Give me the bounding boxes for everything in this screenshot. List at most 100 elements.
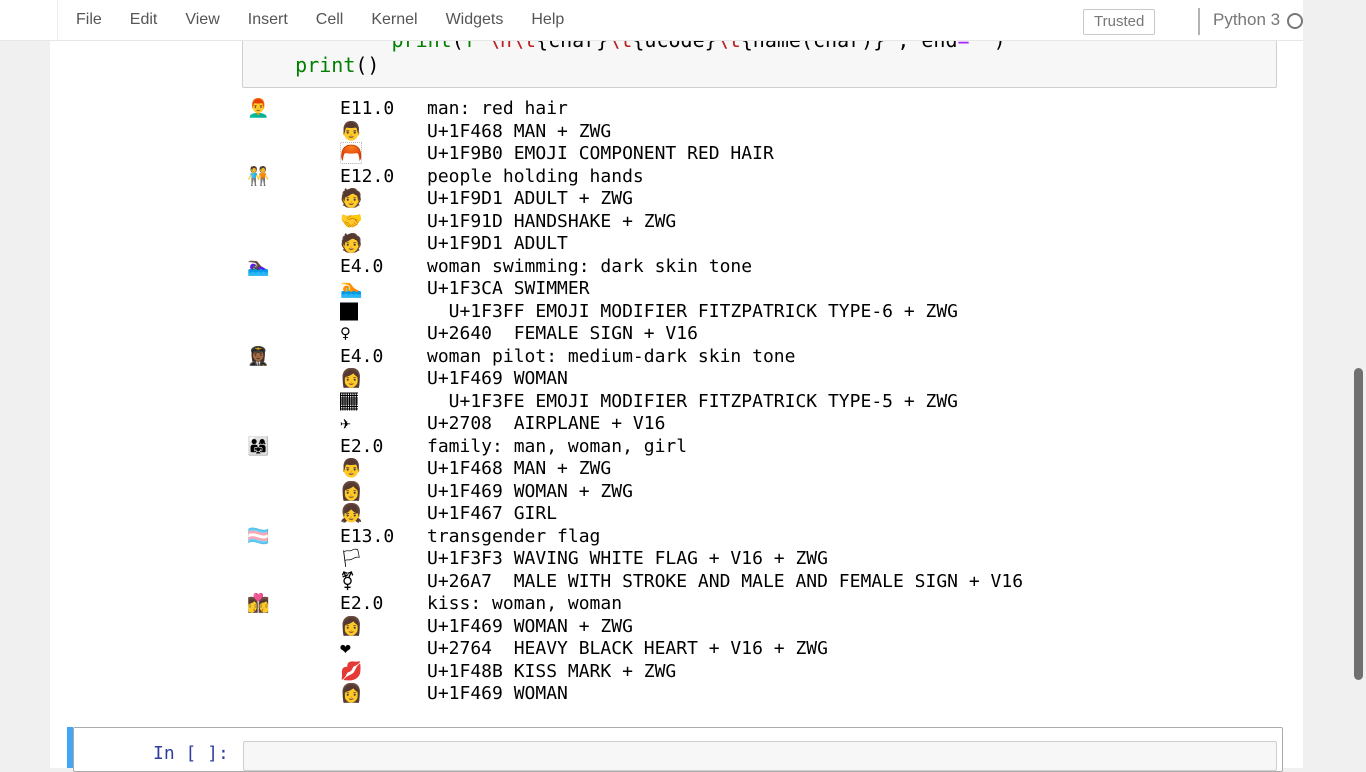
- output-text: kiss: woman, woman: [427, 593, 622, 616]
- output-text: U+1F469 WOMAN: [427, 683, 568, 706]
- output-line: 👩 U+1F469 WOMAN: [247, 368, 1247, 391]
- output-line: 👩🏾‍✈️ E4.0 woman pilot: medium-dark skin t…: [247, 346, 1247, 369]
- output-line: 👨U+1F468 MAN + ZWG: [247, 121, 1247, 144]
- output-col2: 👧: [340, 503, 362, 526]
- menu-item-file[interactable]: File: [62, 0, 116, 40]
- output-emoji: 👨‍🦰: [247, 98, 269, 121]
- output-col2: 👨: [340, 458, 362, 481]
- output-line: 👨‍👩‍👧 E2.0 family: man, woman, girl: [247, 436, 1247, 459]
- output-line: 🦰 U+1F9B0 EMOJI COMPONENT RED HAIR: [247, 143, 1247, 166]
- output-col2: E12.0: [340, 166, 394, 189]
- output-line: 💋 U+1F48B KISS MARK + ZWG: [247, 661, 1247, 684]
- output-emoji: 🧑‍🤝‍🧑: [247, 166, 269, 189]
- output-text: U+1F3FF EMOJI MODIFIER FITZPATRICK TYPE-…: [427, 301, 958, 324]
- output-line: ⚧ U+26A7 MALE WITH STROKE AND MALE AND FE…: [247, 571, 1247, 594]
- output-line: 🏊 U+1F3CA SWIMMER: [247, 278, 1247, 301]
- output-text: U+1F469 WOMAN + ZWG: [427, 481, 633, 504]
- menu-item-insert[interactable]: Insert: [234, 0, 302, 40]
- output-line: 👩 U+1F469 WOMAN + ZWG: [247, 481, 1247, 504]
- output-col2: ✈: [340, 413, 351, 436]
- output-col2: ⚧: [340, 571, 355, 594]
- trusted-badge: Trusted: [1083, 9, 1155, 35]
- output-text: U+1F468 MAN + ZWG: [427, 458, 611, 481]
- output-line: 🏳 U+1F3F3 WAVING WHITE FLAG + V16 + ZWG: [247, 548, 1247, 571]
- output-line: 🏊🏿‍♀️E4.0woman swimming: dark skin tone: [247, 256, 1247, 279]
- output-text: U+1F3FE EMOJI MODIFIER FITZPATRICK TYPE-…: [427, 391, 958, 414]
- output-emoji: 🏳️‍⚧️: [247, 526, 269, 549]
- kernel-name-label: Python 3: [1213, 10, 1280, 30]
- output-text: U+2708 AIRPLANE + V16: [427, 413, 665, 436]
- output-text: U+1F9B0 EMOJI COMPONENT RED HAIR: [427, 143, 774, 166]
- kernel-separator: [1198, 8, 1200, 35]
- output-col2: E13.0: [340, 526, 394, 549]
- output-col2: 🧑: [340, 233, 362, 256]
- output-col2: 🤝: [340, 211, 362, 234]
- output-text: people holding hands: [427, 166, 644, 189]
- output-line: ❤ U+2764 HEAVY BLACK HEART + V16 + ZWG: [247, 638, 1247, 661]
- output-text: U+2640 FEMALE SIGN + V16: [427, 323, 698, 346]
- output-line: 🏾 U+1F3FE EMOJI MODIFIER FITZPATRICK TYP…: [247, 391, 1247, 414]
- output-emoji: 👩‍❤️‍💋‍👩: [247, 593, 269, 616]
- output-text: transgender flag: [427, 526, 600, 549]
- output-emoji: 🏊🏿‍♀️: [247, 256, 269, 279]
- output-line: 🧑‍🤝‍🧑 E12.0 people holding hands: [247, 166, 1247, 189]
- output-text: U+2764 HEAVY BLACK HEART + V16 + ZWG: [427, 638, 828, 661]
- output-col2: ♀: [340, 323, 351, 346]
- output-line: 👩U+1F469 WOMAN + ZWG: [247, 616, 1247, 639]
- output-text: woman swimming: dark skin tone: [427, 256, 752, 279]
- output-text: U+1F9D1 ADULT + ZWG: [427, 188, 633, 211]
- output-text: U+1F467 GIRL: [427, 503, 557, 526]
- menu-item-help[interactable]: Help: [517, 0, 578, 40]
- menu-item-kernel[interactable]: Kernel: [357, 0, 431, 40]
- output-text: U+1F3F3 WAVING WHITE FLAG + V16 + ZWG: [427, 548, 828, 571]
- menu-item-edit[interactable]: Edit: [116, 0, 172, 40]
- output-col2: 🏊: [340, 278, 362, 301]
- empty-cell-input-area[interactable]: [243, 741, 1277, 771]
- menu-item-cell[interactable]: Cell: [302, 0, 358, 40]
- output-line: 👩 U+1F469 WOMAN: [247, 683, 1247, 706]
- output-line: 🏳️‍⚧️ E13.0 transgender flag: [247, 526, 1247, 549]
- output-text: U+1F3CA SWIMMER: [427, 278, 590, 301]
- output-col2: ❤: [340, 638, 351, 661]
- output-text: U+1F91D HANDSHAKE + ZWG: [427, 211, 676, 234]
- output-line: 🧑U+1F9D1 ADULT + ZWG: [247, 188, 1247, 211]
- output-col2: 🦰: [340, 143, 362, 166]
- output-emoji: 👨‍👩‍👧: [247, 436, 269, 459]
- menu: FileEditViewInsertCellKernelWidgetsHelp: [62, 0, 578, 40]
- output-col2: 👩: [340, 616, 362, 639]
- output-text: family: man, woman, girl: [427, 436, 687, 459]
- kernel-idle-icon: [1287, 13, 1303, 29]
- output-line: 👨‍🦰 E11.0 man: red hair: [247, 98, 1247, 121]
- menubar-left-border: [57, 0, 58, 40]
- output-area: 👨‍🦰E11.0man: red hair👨U+1F468 MAN + ZWG🦰…: [247, 98, 1247, 706]
- output-text: man: red hair: [427, 98, 568, 121]
- menu-item-widgets[interactable]: Widgets: [432, 0, 518, 40]
- output-text: U+1F48B KISS MARK + ZWG: [427, 661, 676, 684]
- output-text: U+1F469 WOMAN: [427, 368, 568, 391]
- output-col2: E2.0: [340, 436, 383, 459]
- scrollbar-thumb[interactable]: [1354, 368, 1363, 680]
- output-line: 👨 U+1F468 MAN + ZWG: [247, 458, 1247, 481]
- output-text: woman pilot: medium-dark skin tone: [427, 346, 795, 369]
- output-line: 👧 U+1F467 GIRL: [247, 503, 1247, 526]
- output-col2: E4.0: [340, 346, 383, 369]
- output-emoji: 👩🏾‍✈️: [247, 346, 269, 369]
- output-text: U+1F468 MAN + ZWG: [427, 121, 611, 144]
- output-line: 🤝 U+1F91D HANDSHAKE + ZWG: [247, 211, 1247, 234]
- menubar: FileEditViewInsertCellKernelWidgetsHelp …: [0, 0, 1303, 41]
- output-col2: 👩: [340, 683, 362, 706]
- output-line: 🧑 U+1F9D1 ADULT: [247, 233, 1247, 256]
- output-col2: E11.0: [340, 98, 394, 121]
- output-text: U+26A7 MALE WITH STROKE AND MALE AND FEM…: [427, 571, 1023, 594]
- output-col2: 🏳: [340, 548, 363, 571]
- selected-cell-indicator-bar: [67, 727, 73, 768]
- output-text: U+1F9D1 ADULT: [427, 233, 568, 256]
- menu-item-view[interactable]: View: [171, 0, 233, 40]
- output-line: ✈ U+2708 AIRPLANE + V16: [247, 413, 1247, 436]
- input-prompt: In [ ]:: [153, 743, 229, 764]
- output-col2: 👩: [340, 368, 362, 391]
- output-col2: 💋: [340, 661, 362, 684]
- output-col2: 🏾: [340, 391, 358, 414]
- output-col2: 👩: [340, 481, 362, 504]
- output-line: 🏿 U+1F3FF EMOJI MODIFIER FITZPATRICK TYP…: [247, 301, 1247, 324]
